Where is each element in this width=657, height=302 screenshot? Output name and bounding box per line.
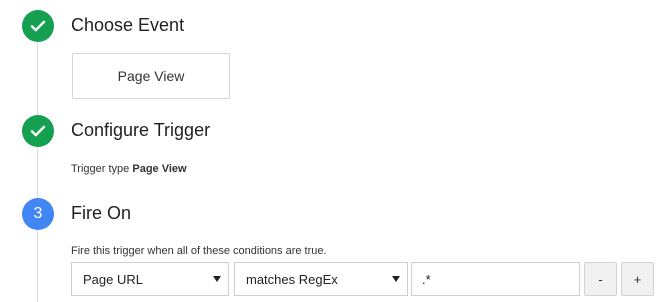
trigger-type-value: Page View: [132, 163, 187, 175]
condition-value-input[interactable]: .*: [411, 262, 580, 296]
check-icon: [30, 20, 46, 32]
step-2-complete-icon: [22, 115, 54, 147]
operator-select[interactable]: matches RegEx: [234, 262, 408, 296]
check-icon: [30, 125, 46, 137]
step-1-title: Choose Event: [71, 15, 185, 35]
variable-select[interactable]: Page URL: [71, 262, 229, 296]
remove-condition-button[interactable]: -: [584, 262, 617, 296]
trigger-type-prefix: Trigger type: [71, 163, 130, 175]
dropdown-arrow-icon: [392, 276, 400, 282]
conditions-description: Fire this trigger when all of these cond…: [71, 245, 327, 257]
variable-select-value: Page URL: [83, 271, 143, 287]
step-2-title: Configure Trigger: [71, 120, 211, 140]
operator-select-value: matches RegEx: [246, 271, 338, 287]
step-1-complete-icon: [22, 10, 54, 42]
add-condition-button[interactable]: +: [621, 262, 654, 296]
trigger-type-text: Trigger type Page View: [71, 163, 187, 175]
dropdown-arrow-icon: [213, 276, 221, 282]
timeline-line: [37, 40, 38, 302]
event-selection-button[interactable]: Page View: [72, 53, 230, 99]
step-3-title: Fire On: [71, 203, 132, 223]
step-3-number-badge: 3: [22, 198, 54, 230]
